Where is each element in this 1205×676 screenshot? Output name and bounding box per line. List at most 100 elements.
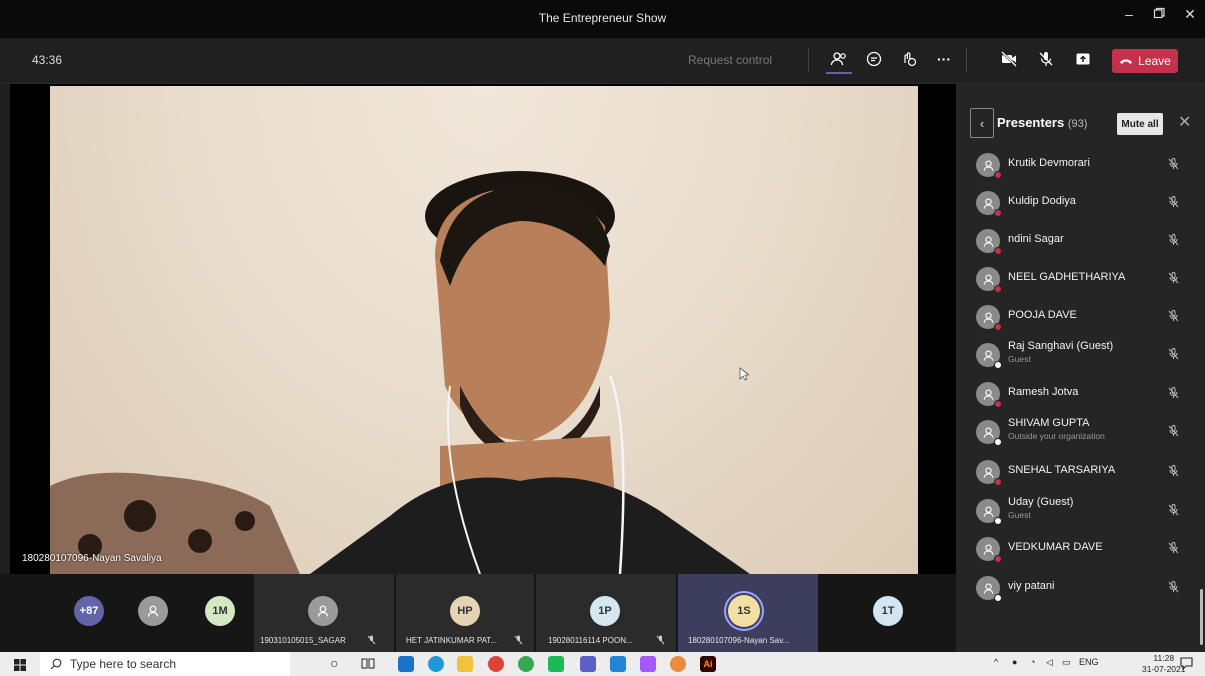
- mic-off-icon[interactable]: [1168, 464, 1179, 482]
- mic-off-icon[interactable]: [1168, 347, 1179, 365]
- edge-browser-icon[interactable]: [428, 656, 444, 672]
- presence-status-icon: [994, 400, 1002, 408]
- cortana-icon[interactable]: ○: [330, 655, 338, 671]
- file-explorer-icon[interactable]: [457, 656, 473, 672]
- participant-tile[interactable]: 1P 190280116114 POON...: [536, 574, 676, 652]
- taskbar-clock[interactable]: 11:28 31-07-2021: [1142, 653, 1185, 675]
- mic-off-icon[interactable]: [1168, 309, 1179, 327]
- mute-all-button[interactable]: Mute all: [1117, 113, 1163, 135]
- participants-icon[interactable]: [826, 46, 852, 72]
- request-control-button[interactable]: Request control: [688, 53, 772, 67]
- participant-row[interactable]: Krutik Devmorari: [956, 146, 1205, 182]
- teams-icon[interactable]: [580, 656, 596, 672]
- avatar-icon: [308, 596, 338, 626]
- mic-off-icon[interactable]: [1168, 424, 1179, 442]
- mic-tray-icon[interactable]: ●: [1012, 657, 1017, 667]
- more-options-icon[interactable]: ···: [931, 46, 957, 72]
- participant-row[interactable]: ndini Sagar: [956, 222, 1205, 258]
- participant-row[interactable]: Ramesh Jotva: [956, 375, 1205, 411]
- participant-row[interactable]: viy patani: [956, 569, 1205, 605]
- participant-row[interactable]: Raj Sanghavi (Guest) Guest: [956, 336, 1205, 372]
- participant-subtitle: Outside your organization: [1008, 431, 1105, 441]
- mic-off-icon[interactable]: [1168, 233, 1179, 251]
- vscode-icon[interactable]: [610, 656, 626, 672]
- presenter-video: [50, 86, 918, 574]
- chrome-profile-icon[interactable]: [518, 656, 534, 672]
- participant-row[interactable]: Uday (Guest) Guest: [956, 492, 1205, 528]
- presence-status-icon: [994, 438, 1002, 446]
- participant-row[interactable]: POOJA DAVE: [956, 298, 1205, 334]
- presence-status-icon: [994, 361, 1002, 369]
- panel-title-text: Presenters: [997, 115, 1065, 130]
- restore-icon[interactable]: [1145, 6, 1173, 22]
- mic-off-icon[interactable]: [1168, 580, 1179, 598]
- participant-avatar-1m[interactable]: 1M: [205, 596, 235, 626]
- participant-row[interactable]: VEDKUMAR DAVE: [956, 530, 1205, 566]
- notification-icon[interactable]: [1180, 657, 1193, 675]
- participant-tile[interactable]: 190310105015_SAGAR: [254, 574, 394, 652]
- close-panel-icon[interactable]: ✕: [1178, 112, 1191, 132]
- mic-off-icon: [514, 635, 523, 645]
- participant-list[interactable]: Krutik Devmorari Kuldip Dodiya ndini Sagar…: [956, 146, 1205, 646]
- mic-off-icon[interactable]: [1168, 503, 1179, 521]
- avatar-icon[interactable]: [138, 596, 168, 626]
- battery-icon[interactable]: ▭: [1062, 657, 1071, 668]
- leave-button[interactable]: Leave: [1112, 49, 1178, 73]
- participant-row[interactable]: SNEHAL TARSARIYA: [956, 453, 1205, 489]
- scrollbar[interactable]: [1200, 589, 1203, 645]
- participants-panel: ‹ Presenters (93) Mute all ✕ Krutik Devm…: [956, 84, 1205, 652]
- window-title: The Entrepreneur Show: [538, 11, 667, 25]
- chat-icon[interactable]: [861, 46, 887, 72]
- participant-row[interactable]: Kuldip Dodiya: [956, 184, 1205, 220]
- windows-start-icon[interactable]: [14, 658, 26, 676]
- participant-row[interactable]: SHIVAM GUPTA Outside your organization: [956, 413, 1205, 449]
- camera-off-icon[interactable]: [996, 46, 1022, 72]
- participant-tile-speaking[interactable]: 1S 180280107096-Nayan Sav...: [678, 574, 818, 652]
- overflow-participants-button[interactable]: +87: [74, 596, 104, 626]
- share-screen-icon[interactable]: [1070, 46, 1096, 72]
- back-button[interactable]: ‹: [970, 108, 994, 138]
- mic-off-icon[interactable]: [1168, 541, 1179, 559]
- participant-name: Ramesh Jotva: [1008, 386, 1079, 398]
- mail-app-icon[interactable]: [398, 656, 414, 672]
- participant-avatar-1t[interactable]: 1T: [873, 596, 903, 626]
- minimize-icon[interactable]: –: [1115, 6, 1143, 22]
- volume-icon[interactable]: ◁: [1046, 657, 1053, 668]
- mic-off-icon[interactable]: [1168, 271, 1179, 289]
- wifi-icon[interactable]: ◔: [1030, 657, 1035, 667]
- spotify-icon[interactable]: [548, 656, 564, 672]
- illustrator-icon[interactable]: Ai: [700, 656, 716, 672]
- participant-name: SHIVAM GUPTA: [1008, 417, 1090, 429]
- language-indicator[interactable]: ENG: [1079, 657, 1099, 667]
- chrome-alt-icon[interactable]: [670, 656, 686, 672]
- mic-off-icon[interactable]: [1168, 195, 1179, 213]
- participant-name: Uday (Guest): [1008, 496, 1074, 508]
- mic-off-icon: [367, 635, 376, 645]
- windows-taskbar: Type here to search ○ Ai ^ ● ◔ ◁ ▭ ENG 1…: [0, 652, 1205, 676]
- reactions-icon[interactable]: [896, 46, 922, 72]
- leave-label: Leave: [1138, 54, 1171, 68]
- presence-status-icon: [994, 555, 1002, 563]
- presenter-name-tag: 180280107096-Nayan Savaliya: [22, 553, 162, 564]
- active-tab-indicator: [826, 72, 852, 74]
- chrome-icon[interactable]: [488, 656, 504, 672]
- taskbar-search-input[interactable]: Type here to search: [40, 652, 290, 676]
- participant-tile-label: 190280116114 POON...: [548, 636, 633, 645]
- participant-avatar-1p: 1P: [590, 596, 620, 626]
- chevron-up-icon[interactable]: ^: [994, 657, 998, 667]
- participant-row[interactable]: NEEL GADHETHARIYA: [956, 260, 1205, 296]
- figma-icon[interactable]: [640, 656, 656, 672]
- mic-off-icon[interactable]: [1168, 157, 1179, 175]
- mic-off-icon: [656, 635, 665, 645]
- presence-status-icon: [994, 247, 1002, 255]
- presence-status-icon: [994, 323, 1002, 331]
- mic-off-icon[interactable]: [1033, 46, 1059, 72]
- close-icon[interactable]: ✕: [1176, 6, 1204, 23]
- panel-title: Presenters (93): [997, 115, 1087, 130]
- task-view-icon[interactable]: [361, 657, 375, 675]
- participant-name: ndini Sagar: [1008, 233, 1064, 245]
- participant-tile[interactable]: HP HET JATINKUMAR PAT...: [396, 574, 534, 652]
- participant-name: POOJA DAVE: [1008, 309, 1077, 321]
- mic-off-icon[interactable]: [1168, 386, 1179, 404]
- presence-status-icon: [994, 209, 1002, 217]
